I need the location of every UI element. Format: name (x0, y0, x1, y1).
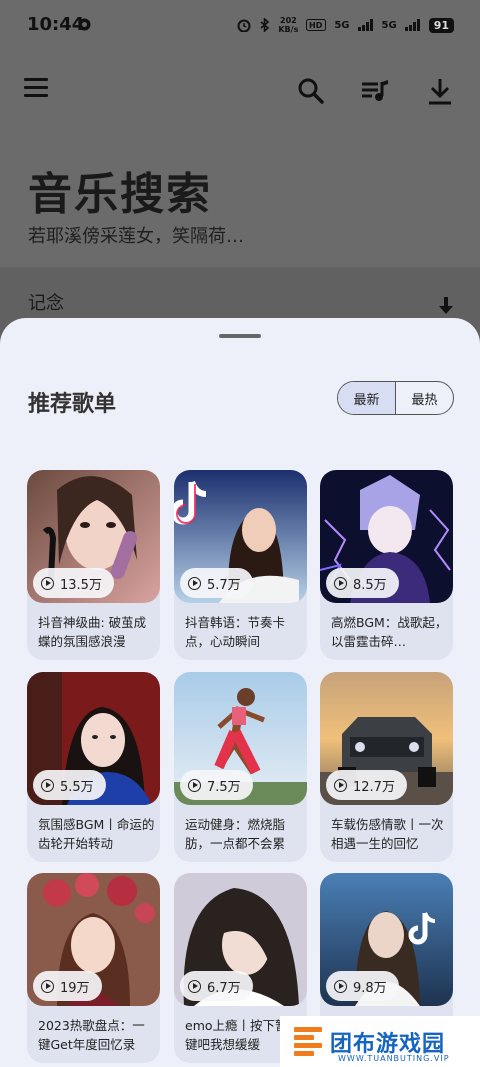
play-icon (188, 778, 201, 792)
play-count: 19万 (60, 980, 90, 996)
play-count: 9.8万 (353, 980, 387, 996)
watermark-url: WWW.TUANBUTING.VIP (338, 1054, 450, 1063)
play-count-badge: 7.5万 (180, 770, 253, 800)
play-icon (188, 576, 201, 590)
play-count-badge: 12.7万 (326, 770, 407, 800)
tab-newest[interactable]: 最新 (338, 382, 396, 414)
play-icon (334, 979, 347, 993)
play-count: 13.5万 (60, 577, 102, 593)
current-song-title: 记念 (28, 293, 64, 314)
status-time: 10:44 (27, 14, 85, 35)
play-count-badge: 8.5万 (326, 568, 399, 598)
play-count-badge: 9.8万 (326, 971, 399, 1001)
play-count: 7.5万 (207, 779, 241, 795)
play-count: 12.7万 (353, 779, 395, 795)
playlist-card[interactable]: 19万 2023热歌盘点：一键Get年度回忆录 (27, 873, 160, 1063)
sort-segmented-control: 最新 最热 (337, 381, 454, 415)
download-arrow-icon[interactable] (434, 295, 458, 319)
page-header: 音乐搜索 若耶溪傍采莲女，笑隔荷… (0, 130, 480, 267)
playlist-title: 抖音韩语：节奏卡点，心动瞬间 (185, 615, 286, 649)
playlist-icon[interactable] (360, 76, 392, 108)
playlist-card[interactable]: 12.7万 车载伤感情歌丨一次相遇一生的回忆 (320, 672, 453, 862)
download-icon[interactable] (424, 76, 456, 108)
play-count: 8.5万 (353, 577, 387, 593)
alarm-icon (237, 19, 251, 32)
svg-text:HD: HD (309, 21, 323, 30)
play-icon (41, 778, 54, 792)
site-watermark: 团布游戏园 WWW.TUANBUTING.VIP (280, 1016, 480, 1067)
play-icon (188, 979, 201, 993)
page-subtitle: 若耶溪傍采莲女，笑隔荷… (28, 226, 244, 247)
play-count-badge: 6.7万 (180, 971, 253, 1001)
playlist-card[interactable]: 5.7万 抖音韩语：节奏卡点，心动瞬间 (174, 470, 307, 660)
hd-icon: HD (306, 19, 327, 31)
play-count: 5.7万 (207, 577, 241, 593)
playlist-card[interactable]: 13.5万 抖音神级曲: 破茧成蝶的氛围感浪漫 (27, 470, 160, 660)
playlist-title: 抖音神级曲: 破茧成蝶的氛围感浪漫 (38, 615, 147, 649)
tab-hottest[interactable]: 最热 (396, 382, 453, 414)
menu-icon[interactable] (24, 78, 56, 110)
play-count-badge: 5.7万 (180, 568, 253, 598)
watermark-logo-icon (294, 1025, 322, 1059)
page-title: 音乐搜索 (28, 169, 212, 220)
sheet-drag-handle[interactable] (219, 334, 261, 338)
signal-1-label: 5G (334, 19, 350, 31)
battery-indicator: 91 (428, 17, 454, 33)
play-count-badge: 5.5万 (33, 770, 106, 800)
search-icon[interactable] (296, 76, 328, 108)
play-count: 6.7万 (207, 980, 241, 996)
playlist-card[interactable]: 8.5万 高燃BGM：战歌起，以雷霆击碎… (320, 470, 453, 660)
signal-1-icon (357, 19, 373, 31)
network-speed: 202 KB/s (278, 16, 299, 34)
signal-2-icon (404, 19, 420, 31)
recommend-sheet: 推荐歌单 最新 最热 13.5万 抖音神级曲: 破茧成蝶的氛围感浪漫 5.7万 … (0, 318, 480, 1067)
playlist-title: 氛围感BGM丨命运的齿轮开始转动 (38, 817, 155, 851)
playlist-card[interactable]: 5.5万 氛围感BGM丨命运的齿轮开始转动 (27, 672, 160, 862)
playlist-title: 2023热歌盘点：一键Get年度回忆录 (38, 1018, 145, 1052)
playlist-title: 运动健身：燃烧脂肪，一点都不会累 (185, 817, 286, 851)
bluetooth-icon (260, 18, 270, 32)
play-count-badge: 19万 (33, 971, 102, 1001)
top-app-bar (0, 50, 480, 130)
playlist-title: 车载伤感情歌丨一次相遇一生的回忆 (331, 817, 444, 851)
section-title: 推荐歌单 (28, 392, 117, 417)
play-icon (41, 979, 54, 993)
status-bar: 10:44 202 KB/s HD 5G 5G 91 (0, 0, 480, 50)
play-icon (334, 576, 347, 590)
play-icon (334, 778, 347, 792)
app-notification-icon (78, 18, 91, 31)
play-count-badge: 13.5万 (33, 568, 114, 598)
playlist-card[interactable]: 7.5万 运动健身：燃烧脂肪，一点都不会累 (174, 672, 307, 862)
watermark-name: 团布游戏园 (330, 1031, 446, 1057)
play-icon (41, 576, 54, 590)
signal-2-label: 5G (381, 19, 397, 31)
play-count: 5.5万 (60, 779, 94, 795)
playlist-title: 高燃BGM：战歌起，以雷霆击碎… (331, 615, 448, 649)
